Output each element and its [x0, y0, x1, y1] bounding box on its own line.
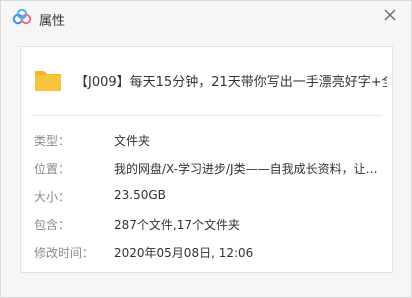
divider	[31, 115, 382, 116]
prop-type-value: 文件夹	[114, 134, 151, 148]
prop-type-label: 类型：	[34, 134, 71, 148]
prop-size-value: 23.50GB	[114, 188, 166, 202]
prop-location: 位置： 我的网盘/X-学习进步/J类——自我成长资料，让…	[21, 160, 392, 180]
window-title: 属性	[39, 14, 66, 29]
prop-contains: 包含： 287个文件,17个文件夹	[21, 216, 392, 236]
folder-icon	[35, 71, 61, 91]
prop-size: 大小： 23.50GB	[21, 188, 392, 208]
file-name: 【J009】每天15分钟，21天带你写出一手漂亮好字+全…	[75, 75, 387, 90]
close-icon	[384, 9, 396, 21]
file-header: 【J009】每天15分钟，21天带你写出一手漂亮好字+全…	[33, 65, 387, 97]
app-logo-icon	[12, 9, 32, 25]
prop-type: 类型： 文件夹	[21, 132, 392, 152]
prop-location-label: 位置：	[34, 162, 71, 176]
title-bar[interactable]: 属性	[1, 1, 411, 35]
prop-contains-label: 包含：	[34, 218, 71, 232]
prop-modified-value: 2020年05月08日, 12:06	[114, 246, 254, 260]
properties-panel: 【J009】每天15分钟，21天带你写出一手漂亮好字+全… 类型： 文件夹 位置…	[20, 46, 393, 273]
prop-contains-value: 287个文件,17个文件夹	[114, 218, 240, 232]
properties-dialog: 属性 【J009】每天15分钟，21天带你写出一手漂亮好字+全… 类型： 文件夹…	[0, 0, 412, 298]
close-button[interactable]	[379, 4, 401, 26]
prop-location-value[interactable]: 我的网盘/X-学习进步/J类——自我成长资料，让…	[114, 160, 384, 177]
prop-modified-label: 修改时间：	[34, 246, 95, 260]
prop-size-label: 大小：	[34, 190, 71, 204]
prop-modified: 修改时间： 2020年05月08日, 12:06	[21, 244, 392, 264]
